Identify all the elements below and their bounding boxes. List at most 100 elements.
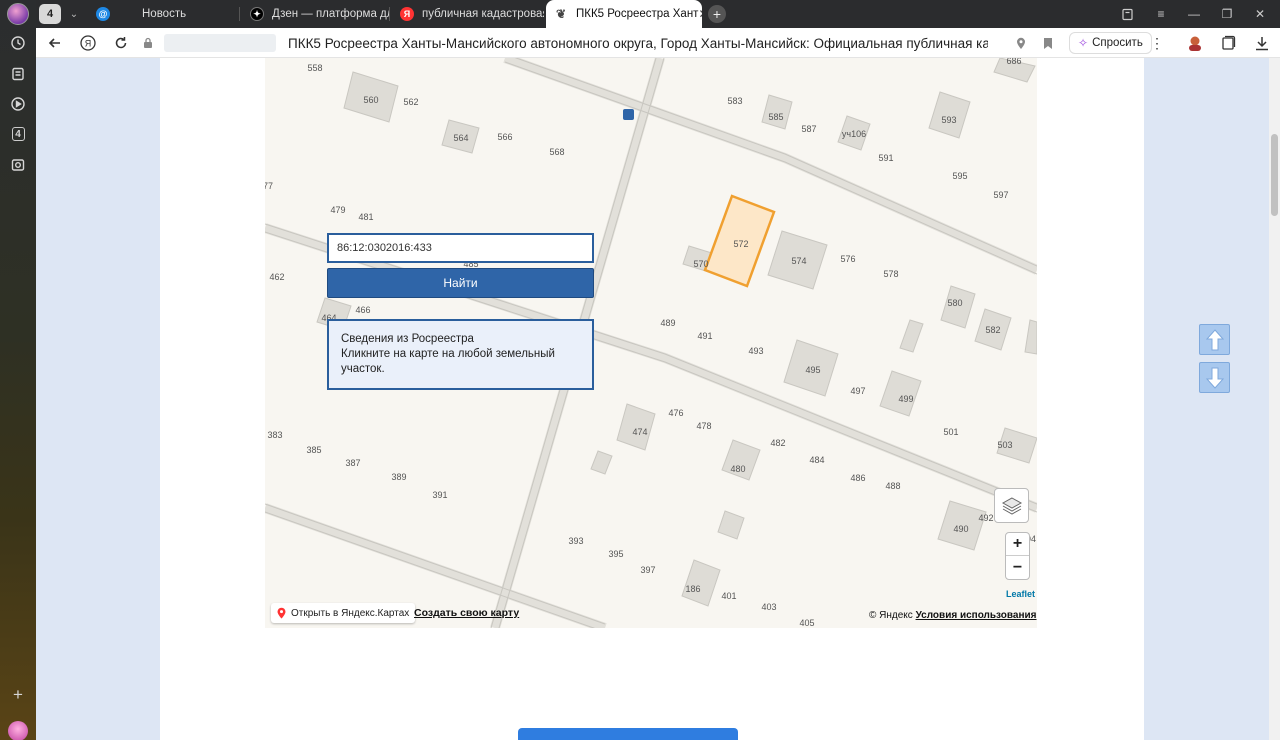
screenshot-icon[interactable] [7, 154, 29, 176]
lot-label: 576 [840, 254, 856, 264]
minus-icon: − [1012, 558, 1023, 576]
lot-label: 572 [733, 239, 749, 249]
tab-strip: 4 ⌄ @ Новость ✦ Дзен — платформа для п Я… [36, 0, 1280, 28]
tab-count-icon[interactable]: 4 [7, 123, 29, 145]
create-map-link[interactable]: Создать свою карту [414, 607, 519, 619]
lot-label: 479 [330, 205, 346, 215]
profile-avatar[interactable] [7, 3, 29, 25]
lot-label: 583 [727, 96, 743, 106]
lot-label: 482 [770, 438, 786, 448]
more-vertical-icon[interactable]: ⋮ [1146, 32, 1168, 54]
history-icon[interactable] [7, 32, 29, 54]
tab-separator [389, 7, 390, 21]
lot-label: 474 [632, 427, 648, 437]
scroll-down-arrow-icon[interactable] [1199, 362, 1230, 393]
lock-icon[interactable] [140, 35, 156, 51]
tab-title: Новость [142, 8, 187, 20]
tab-novost[interactable]: @ Новость [88, 0, 240, 28]
minimize-icon[interactable]: — [1178, 0, 1210, 28]
yandex-home-icon[interactable]: Я [77, 32, 99, 54]
open-in-yandex-maps-button[interactable]: Открыть в Яндекс.Картах [271, 603, 416, 623]
collections-icon[interactable] [7, 63, 29, 85]
lot-label: 580 [947, 298, 963, 308]
rosreestr-icon: ❦ [555, 7, 567, 21]
tab-title: ПКК5 Росреестра Хант [576, 8, 699, 20]
bottom-action-button[interactable] [518, 728, 738, 740]
sparkle-icon: ✧ [1078, 36, 1089, 50]
leaflet-attribution-link[interactable]: Leaflet [1006, 589, 1035, 599]
location-pin-icon[interactable] [1010, 32, 1032, 54]
back-icon[interactable] [44, 32, 66, 54]
window-close-icon[interactable]: ✕ [1244, 0, 1276, 28]
add-label: + [13, 685, 23, 704]
lot-label: 478 [696, 421, 712, 431]
download-icon[interactable] [1251, 32, 1273, 54]
lot-label: 560 [363, 95, 379, 105]
lot-label: 484 [809, 455, 825, 465]
collections-toolbar-icon[interactable] [1217, 32, 1239, 54]
lot-label: 395 [608, 549, 624, 559]
page-scrollbar[interactable] [1269, 58, 1280, 740]
lot-label: 574 [791, 256, 807, 266]
add-panel-button[interactable]: + [7, 684, 29, 706]
copyright-text: © Яндекс [869, 610, 913, 621]
layers-icon[interactable] [994, 488, 1029, 523]
close-icon[interactable]: ✕ [698, 7, 702, 21]
lot-label: 401 [721, 591, 737, 601]
search-button-label: Найти [443, 276, 478, 290]
bookmark-icon[interactable] [1037, 32, 1059, 54]
lot-label: 403 [761, 602, 777, 612]
alice-icon[interactable] [8, 721, 28, 740]
lot-label: 499 [898, 394, 914, 404]
new-tab-button[interactable]: + [708, 5, 726, 23]
lot-label: 593 [941, 115, 957, 125]
terms-link[interactable]: Условия использования [916, 610, 1037, 621]
lot-label: 389 [391, 472, 407, 482]
tab-dzen[interactable]: ✦ Дзен — платформа для п [242, 0, 390, 28]
lot-label: 391 [432, 490, 448, 500]
scroll-up-arrow-icon[interactable] [1199, 324, 1230, 355]
menu-icon[interactable]: ≡ [1145, 0, 1177, 28]
lot-label: 387 [345, 458, 361, 468]
lot-label: 558 [307, 63, 323, 73]
lot-label: 587 [801, 124, 817, 134]
video-icon[interactable] [7, 93, 29, 115]
tab-title: публичная кадастровая к [422, 8, 544, 20]
zoom-control: + − [1005, 532, 1030, 580]
zoom-out-button[interactable]: − [1006, 556, 1029, 579]
plus-icon: + [1012, 535, 1023, 552]
tab-cadastral-search[interactable]: Я публичная кадастровая к [392, 0, 544, 28]
lot-label: 595 [952, 171, 968, 181]
lot-label: 686 [1006, 58, 1022, 66]
lot-label: 486 [850, 473, 866, 483]
lot-label: 493 [748, 346, 764, 356]
restore-icon[interactable]: ❐ [1211, 0, 1243, 28]
address-bar[interactable]: ПКК5 Росреестра Ханты-Мансийского автоно… [140, 31, 1080, 55]
zoom-in-button[interactable]: + [1006, 533, 1029, 556]
lot-label: 495 [805, 365, 821, 375]
cadastral-number-input[interactable] [327, 233, 594, 263]
navigation-bar: Я ПКК5 Росреестра Ханты-Мансийского авто… [36, 28, 1280, 58]
map-copyright: © Яндекс Условия использования [869, 610, 1037, 621]
lot-label: 489 [660, 318, 676, 328]
lot-label: 585 [768, 112, 784, 122]
extension-avatar-icon[interactable] [1184, 32, 1206, 54]
tab-counter[interactable]: 4 [39, 4, 61, 24]
chevron-down-icon[interactable]: ⌄ [66, 4, 82, 24]
scrollbar-thumb[interactable] [1271, 134, 1278, 216]
lot-label: 503 [997, 440, 1013, 450]
bookmarks-panel-icon[interactable] [1111, 0, 1143, 28]
url-host-redacted [164, 34, 276, 52]
tab-title: Дзен — платформа для п [272, 8, 390, 20]
info-text: Кликните на карте на любой земельный уча… [341, 348, 555, 375]
search-button[interactable]: Найти [327, 268, 594, 298]
ask-label: Спросить [1092, 37, 1143, 49]
tab-pkk5-active[interactable]: ❦ ПКК5 Росреестра Хант ✕ [546, 0, 702, 28]
lot-label: 481 [358, 212, 374, 222]
tab-counter-label: 4 [46, 8, 54, 20]
reload-icon[interactable] [110, 32, 132, 54]
cadastral-map[interactable]: 558 560 562 564 566 568 583 585 587 уч106 591 593 59… [265, 58, 1037, 628]
ask-alice-button[interactable]: ✧ Спросить [1069, 32, 1152, 54]
page-content: 558 560 562 564 566 568 583 585 587 уч106 591 593 59… [160, 58, 1144, 740]
svg-text:Я: Я [85, 39, 92, 49]
